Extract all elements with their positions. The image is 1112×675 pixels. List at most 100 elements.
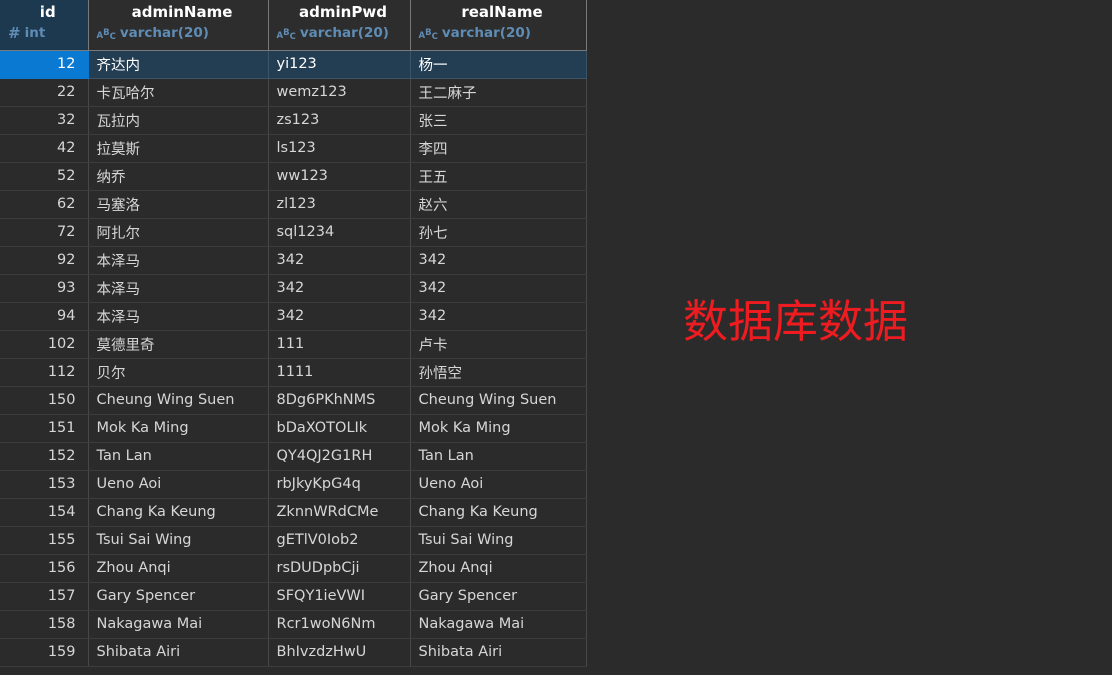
cell-adminPwd[interactable]: sql1234	[268, 218, 411, 247]
cell-realName[interactable]: Zhou Anqi	[410, 554, 587, 583]
cell-adminPwd[interactable]: QY4QJ2G1RH	[268, 442, 411, 471]
cell-adminPwd[interactable]: SFQY1ieVWI	[268, 582, 411, 611]
cell-realName[interactable]: 赵六	[410, 190, 587, 219]
column-header-id[interactable]: id # int	[0, 0, 89, 51]
cell-adminName[interactable]: Tsui Sai Wing	[88, 526, 269, 555]
cell-realName[interactable]: Gary Spencer	[410, 582, 587, 611]
cell-id[interactable]: 112	[0, 358, 89, 387]
cell-realName[interactable]: Shibata Airi	[410, 638, 587, 667]
cell-adminName[interactable]: Shibata Airi	[88, 638, 269, 667]
table-row[interactable]: 155 Tsui Sai Wing gETlV0Iob2 Tsui Sai Wing	[0, 526, 587, 555]
cell-adminName[interactable]: 马塞洛	[88, 190, 269, 219]
cell-adminName[interactable]: 卡瓦哈尔	[88, 78, 269, 107]
cell-realName[interactable]: Mok Ka Ming	[410, 414, 587, 443]
cell-id[interactable]: 52	[0, 162, 89, 191]
cell-id[interactable]: 42	[0, 134, 89, 163]
table-row[interactable]: 159 Shibata Airi BhIvzdzHwU Shibata Airi	[0, 638, 587, 667]
cell-realName[interactable]: Tsui Sai Wing	[410, 526, 587, 555]
cell-adminName[interactable]: 阿扎尔	[88, 218, 269, 247]
table-row[interactable]: 93 本泽马 342 342	[0, 274, 587, 303]
result-grid[interactable]: id # int adminName ABC varchar(20) adminPwd ABC…	[0, 0, 587, 667]
cell-id[interactable]: 150	[0, 386, 89, 415]
cell-realName[interactable]: 王五	[410, 162, 587, 191]
table-row[interactable]: 62 马塞洛 zl123 赵六	[0, 190, 587, 219]
cell-id[interactable]: 62	[0, 190, 89, 219]
cell-adminName[interactable]: Ueno Aoi	[88, 470, 269, 499]
table-row[interactable]: 32 瓦拉内 zs123 张三	[0, 106, 587, 135]
cell-adminName[interactable]: 本泽马	[88, 274, 269, 303]
cell-adminPwd[interactable]: gETlV0Iob2	[268, 526, 411, 555]
cell-adminName[interactable]: 贝尔	[88, 358, 269, 387]
table-row[interactable]: 22 卡瓦哈尔 wemz123 王二麻子	[0, 78, 587, 107]
cell-id[interactable]: 92	[0, 246, 89, 275]
cell-adminPwd[interactable]: 8Dg6PKhNMS	[268, 386, 411, 415]
cell-realName[interactable]: Ueno Aoi	[410, 470, 587, 499]
cell-adminPwd[interactable]: 1111	[268, 358, 411, 387]
cell-realName[interactable]: 张三	[410, 106, 587, 135]
table-row[interactable]: 153 Ueno Aoi rbJkyKpG4q Ueno Aoi	[0, 470, 587, 499]
cell-adminPwd[interactable]: Rcr1woN6Nm	[268, 610, 411, 639]
cell-adminName[interactable]: 莫德里奇	[88, 330, 269, 359]
cell-id[interactable]: 32	[0, 106, 89, 135]
cell-id[interactable]: 102	[0, 330, 89, 359]
column-header-adminName[interactable]: adminName ABC varchar(20)	[88, 0, 269, 51]
table-row[interactable]: 92 本泽马 342 342	[0, 246, 587, 275]
cell-realName[interactable]: 342	[410, 246, 587, 275]
cell-adminName[interactable]: Cheung Wing Suen	[88, 386, 269, 415]
cell-adminPwd[interactable]: zs123	[268, 106, 411, 135]
table-row[interactable]: 12 齐达内 yi123 杨一	[0, 50, 587, 79]
cell-realName[interactable]: 杨一	[410, 50, 587, 79]
table-row[interactable]: 151 Mok Ka Ming bDaXOTOLIk Mok Ka Ming	[0, 414, 587, 443]
cell-realName[interactable]: 342	[410, 302, 587, 331]
cell-adminPwd[interactable]: 342	[268, 246, 411, 275]
column-header-adminPwd[interactable]: adminPwd ABC varchar(20)	[268, 0, 411, 51]
cell-id[interactable]: 157	[0, 582, 89, 611]
cell-realName[interactable]: 卢卡	[410, 330, 587, 359]
cell-adminPwd[interactable]: 342	[268, 302, 411, 331]
table-row[interactable]: 94 本泽马 342 342	[0, 302, 587, 331]
cell-realName[interactable]: Chang Ka Keung	[410, 498, 587, 527]
table-row[interactable]: 154 Chang Ka Keung ZknnWRdCMe Chang Ka Keun…	[0, 498, 587, 527]
cell-adminPwd[interactable]: 342	[268, 274, 411, 303]
cell-adminName[interactable]: 本泽马	[88, 302, 269, 331]
table-row[interactable]: 102 莫德里奇 111 卢卡	[0, 330, 587, 359]
table-row[interactable]: 152 Tan Lan QY4QJ2G1RH Tan Lan	[0, 442, 587, 471]
cell-adminPwd[interactable]: ZknnWRdCMe	[268, 498, 411, 527]
cell-adminPwd[interactable]: rsDUDpbCji	[268, 554, 411, 583]
cell-adminName[interactable]: Chang Ka Keung	[88, 498, 269, 527]
cell-adminPwd[interactable]: yi123	[268, 50, 411, 79]
cell-realName[interactable]: 王二麻子	[410, 78, 587, 107]
cell-id[interactable]: 155	[0, 526, 89, 555]
cell-adminName[interactable]: Mok Ka Ming	[88, 414, 269, 443]
table-row[interactable]: 157 Gary Spencer SFQY1ieVWI Gary Spencer	[0, 582, 587, 611]
cell-id[interactable]: 93	[0, 274, 89, 303]
cell-id[interactable]: 72	[0, 218, 89, 247]
cell-adminPwd[interactable]: rbJkyKpG4q	[268, 470, 411, 499]
cell-adminName[interactable]: Nakagawa Mai	[88, 610, 269, 639]
cell-realName[interactable]: 孙七	[410, 218, 587, 247]
column-header-realName[interactable]: realName ABC varchar(20)	[410, 0, 587, 51]
table-row[interactable]: 112 贝尔 1111 孙悟空	[0, 358, 587, 387]
cell-realName[interactable]: 342	[410, 274, 587, 303]
table-row[interactable]: 42 拉莫斯 ls123 李四	[0, 134, 587, 163]
cell-adminName[interactable]: 本泽马	[88, 246, 269, 275]
cell-adminName[interactable]: 瓦拉内	[88, 106, 269, 135]
cell-adminName[interactable]: 拉莫斯	[88, 134, 269, 163]
cell-id[interactable]: 152	[0, 442, 89, 471]
cell-realName[interactable]: Nakagawa Mai	[410, 610, 587, 639]
cell-realName[interactable]: Cheung Wing Suen	[410, 386, 587, 415]
table-row[interactable]: 52 纳乔 ww123 王五	[0, 162, 587, 191]
table-row[interactable]: 150 Cheung Wing Suen 8Dg6PKhNMS Cheung Wing…	[0, 386, 587, 415]
cell-adminPwd[interactable]: bDaXOTOLIk	[268, 414, 411, 443]
cell-adminName[interactable]: 纳乔	[88, 162, 269, 191]
cell-id[interactable]: 156	[0, 554, 89, 583]
cell-id[interactable]: 12	[0, 50, 89, 79]
cell-adminName[interactable]: 齐达内	[88, 50, 269, 79]
cell-adminName[interactable]: Tan Lan	[88, 442, 269, 471]
cell-id[interactable]: 22	[0, 78, 89, 107]
cell-adminPwd[interactable]: wemz123	[268, 78, 411, 107]
table-row[interactable]: 158 Nakagawa Mai Rcr1woN6Nm Nakagawa Mai	[0, 610, 587, 639]
table-row[interactable]: 72 阿扎尔 sql1234 孙七	[0, 218, 587, 247]
cell-adminPwd[interactable]: ww123	[268, 162, 411, 191]
cell-id[interactable]: 151	[0, 414, 89, 443]
